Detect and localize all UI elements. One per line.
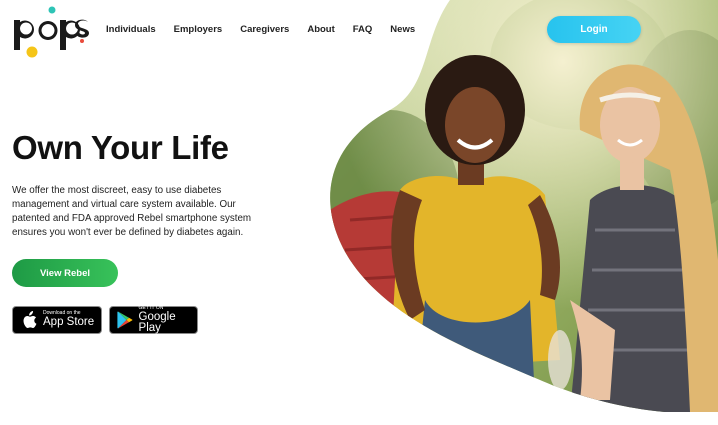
app-store-badge[interactable]: Download on the App Store: [12, 306, 102, 334]
nav-item-faq[interactable]: FAQ: [353, 24, 373, 35]
hero-image: [330, 0, 718, 412]
pops-logo[interactable]: [12, 6, 90, 58]
google-play-icon: [115, 309, 136, 331]
google-play-small-text: GET IT ON: [138, 304, 164, 311]
google-play-badge[interactable]: GET IT ON Google Play: [109, 304, 198, 334]
nav-item-employers[interactable]: Employers: [174, 24, 223, 35]
hero-headline: Own Your Life: [12, 129, 229, 166]
nav-item-caregivers[interactable]: Caregivers: [240, 24, 289, 35]
hero-description: We offer the most discreet, easy to use …: [12, 185, 252, 238]
nav-item-about[interactable]: About: [307, 24, 334, 35]
main-nav: Individuals Employers Caregivers About F…: [106, 24, 433, 35]
login-button[interactable]: Login: [547, 16, 641, 43]
nav-item-individuals[interactable]: Individuals: [106, 24, 156, 35]
nav-item-news[interactable]: News: [390, 24, 415, 35]
app-store-big-text: App Store: [43, 316, 95, 329]
google-play-big-text: Google Play: [138, 310, 176, 334]
apple-icon: [18, 309, 40, 331]
view-rebel-button[interactable]: View Rebel: [12, 259, 118, 287]
